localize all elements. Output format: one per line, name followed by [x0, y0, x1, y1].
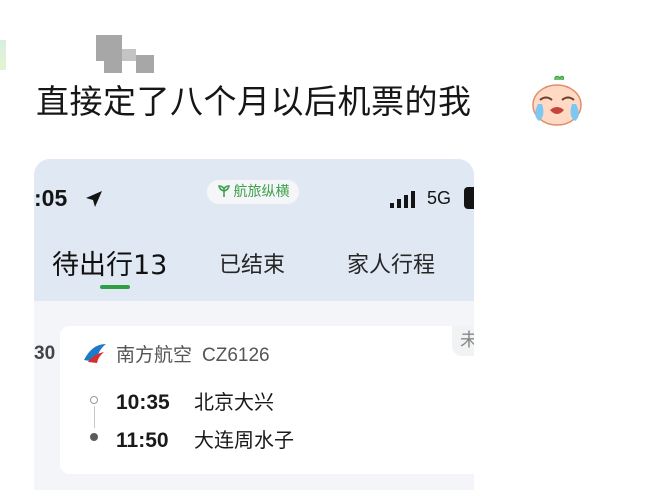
post-caption: 直接定了八个月以后机票的我: [36, 82, 472, 121]
location-arrow-icon: [86, 191, 102, 207]
status-clock: :05: [34, 185, 68, 211]
cropped-edge-fragment: [0, 40, 6, 70]
departure-row: 10:35 北京大兴: [116, 386, 274, 415]
previous-card-fragment: 30: [34, 343, 56, 364]
tab-family-trips[interactable]: 家人行程: [347, 247, 435, 279]
flight-card[interactable]: 南方航空 CZ6126 未使 10:35 北京大兴 11:50 大连周水子: [60, 326, 474, 474]
departure-time: 10:35: [116, 391, 170, 414]
arrival-dot-icon: [90, 433, 98, 441]
brand-leaf-icon: [217, 185, 230, 197]
china-southern-logo-icon: [84, 344, 106, 363]
cellular-signal-icon: [390, 191, 415, 208]
departure-city: 北京大兴: [194, 390, 274, 414]
brand-name: 航旅纵横: [233, 184, 290, 200]
arrival-city: 大连周水子: [194, 428, 294, 452]
tab-finished[interactable]: 已结束: [219, 247, 285, 279]
airline-name: 南方航空: [116, 344, 193, 366]
trip-tabs: 待出行13 已结束 家人行程: [34, 231, 474, 301]
phone-screenshot: :05 航旅纵横 5G 待出行13 已结束 家人行程 30 南方航空 CZ612…: [34, 159, 474, 490]
tab-upcoming[interactable]: 待出行13: [52, 243, 167, 282]
airline-info: 南方航空 CZ6126: [116, 340, 270, 367]
active-tab-indicator: [100, 285, 130, 289]
route-connector: [94, 406, 95, 428]
arrival-time: 11:50: [116, 429, 169, 452]
status-bar: :05 航旅纵横 5G: [34, 159, 474, 231]
flight-number: CZ6126: [202, 345, 270, 366]
battery-icon: [464, 187, 474, 209]
network-type-label: 5G: [427, 188, 452, 208]
arrival-row: 11:50 大连周水子: [116, 424, 294, 453]
crying-face-emoji-icon: [532, 75, 582, 126]
app-brand-badge: 航旅纵横: [206, 179, 300, 205]
ticket-status-badge: 未使: [452, 326, 474, 356]
mosaic-avatar-icon: [96, 35, 154, 73]
departure-dot-icon: [90, 396, 98, 404]
